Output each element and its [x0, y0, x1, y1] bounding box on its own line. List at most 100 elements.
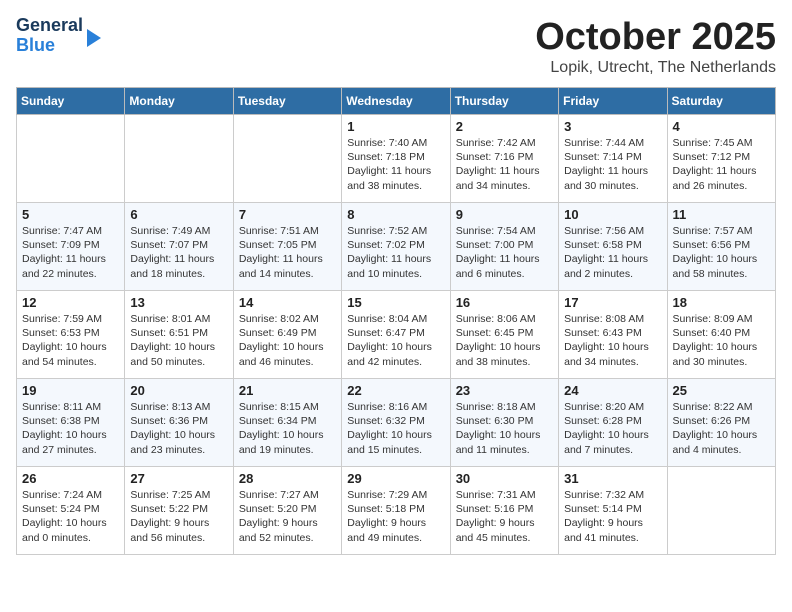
week-row-4: 19 Sunrise: 8:11 AM Sunset: 6:38 PM Dayli… [17, 379, 776, 467]
weekday-header-thursday: Thursday [450, 88, 558, 115]
calendar-cell: 2 Sunrise: 7:42 AM Sunset: 7:16 PM Daylig… [450, 115, 558, 203]
day-number: 5 [22, 207, 119, 222]
day-info: Sunrise: 7:24 AM Sunset: 5:24 PM Dayligh… [22, 488, 119, 545]
weekday-header-friday: Friday [559, 88, 667, 115]
calendar-cell: 1 Sunrise: 7:40 AM Sunset: 7:18 PM Daylig… [342, 115, 450, 203]
day-number: 4 [673, 119, 770, 134]
calendar-cell: 6 Sunrise: 7:49 AM Sunset: 7:07 PM Daylig… [125, 203, 233, 291]
calendar-cell: 7 Sunrise: 7:51 AM Sunset: 7:05 PM Daylig… [233, 203, 341, 291]
calendar-cell: 9 Sunrise: 7:54 AM Sunset: 7:00 PM Daylig… [450, 203, 558, 291]
weekday-header-sunday: Sunday [17, 88, 125, 115]
calendar-cell: 18 Sunrise: 8:09 AM Sunset: 6:40 PM Dayli… [667, 291, 775, 379]
day-number: 19 [22, 383, 119, 398]
day-number: 20 [130, 383, 227, 398]
day-number: 3 [564, 119, 661, 134]
calendar-cell: 13 Sunrise: 8:01 AM Sunset: 6:51 PM Dayli… [125, 291, 233, 379]
logo: General Blue [16, 16, 101, 56]
calendar-cell: 14Sunrise: 8:02 AM Sunset: 6:49 PM Dayli… [233, 291, 341, 379]
day-info: Sunrise: 7:44 AM Sunset: 7:14 PM Dayligh… [564, 136, 661, 193]
day-number: 12 [22, 295, 119, 310]
day-number: 26 [22, 471, 119, 486]
day-number: 7 [239, 207, 336, 222]
calendar-cell: 29Sunrise: 7:29 AM Sunset: 5:18 PM Dayli… [342, 467, 450, 555]
page-header: General Blue October 2025 Lopik, Utrecht… [16, 16, 776, 77]
title-block: October 2025 Lopik, Utrecht, The Netherl… [535, 16, 776, 77]
weekday-header-row: SundayMondayTuesdayWednesdayThursdayFrid… [17, 88, 776, 115]
day-number: 31 [564, 471, 661, 486]
day-number: 18 [673, 295, 770, 310]
day-number: 28 [239, 471, 336, 486]
day-info: Sunrise: 7:45 AM Sunset: 7:12 PM Dayligh… [673, 136, 770, 193]
day-info: Sunrise: 8:04 AM Sunset: 6:47 PM Dayligh… [347, 312, 444, 369]
day-info: Sunrise: 8:08 AM Sunset: 6:43 PM Dayligh… [564, 312, 661, 369]
day-number: 16 [456, 295, 553, 310]
day-number: 15 [347, 295, 444, 310]
day-info: Sunrise: 7:57 AM Sunset: 6:56 PM Dayligh… [673, 224, 770, 281]
calendar-cell: 28 Sunrise: 7:27 AM Sunset: 5:20 PM Dayli… [233, 467, 341, 555]
day-info: Sunrise: 8:18 AM Sunset: 6:30 PM Dayligh… [456, 400, 553, 457]
day-info: Sunrise: 8:16 AM Sunset: 6:32 PM Dayligh… [347, 400, 444, 457]
day-info: Sunrise: 7:47 AM Sunset: 7:09 PM Dayligh… [22, 224, 119, 281]
week-row-1: 1 Sunrise: 7:40 AM Sunset: 7:18 PM Daylig… [17, 115, 776, 203]
day-info: Sunrise: 8:01 AM Sunset: 6:51 PM Dayligh… [130, 312, 227, 369]
logo-text: General Blue [16, 16, 83, 56]
day-number: 21 [239, 383, 336, 398]
day-info: Sunrise: 7:27 AM Sunset: 5:20 PM Dayligh… [239, 488, 336, 545]
calendar-cell [125, 115, 233, 203]
day-info: Sunrise: 8:13 AM Sunset: 6:36 PM Dayligh… [130, 400, 227, 457]
day-number: 22 [347, 383, 444, 398]
calendar-cell: 8 Sunrise: 7:52 AM Sunset: 7:02 PM Daylig… [342, 203, 450, 291]
week-row-2: 5 Sunrise: 7:47 AM Sunset: 7:09 PM Daylig… [17, 203, 776, 291]
calendar-table: SundayMondayTuesdayWednesdayThursdayFrid… [16, 87, 776, 555]
calendar-cell: 3 Sunrise: 7:44 AM Sunset: 7:14 PM Daylig… [559, 115, 667, 203]
calendar-cell: 15 Sunrise: 8:04 AM Sunset: 6:47 PM Dayli… [342, 291, 450, 379]
calendar-cell: 26 Sunrise: 7:24 AM Sunset: 5:24 PM Dayli… [17, 467, 125, 555]
day-number: 29 [347, 471, 444, 486]
day-info: Sunrise: 7:31 AM Sunset: 5:16 PM Dayligh… [456, 488, 553, 545]
calendar-cell: 21Sunrise: 8:15 AM Sunset: 6:34 PM Dayli… [233, 379, 341, 467]
day-number: 14 [239, 295, 336, 310]
day-info: Sunrise: 7:51 AM Sunset: 7:05 PM Dayligh… [239, 224, 336, 281]
day-info: Sunrise: 8:09 AM Sunset: 6:40 PM Dayligh… [673, 312, 770, 369]
day-info: Sunrise: 8:22 AM Sunset: 6:26 PM Dayligh… [673, 400, 770, 457]
day-number: 9 [456, 207, 553, 222]
calendar-cell: 10Sunrise: 7:56 AM Sunset: 6:58 PM Dayli… [559, 203, 667, 291]
day-number: 25 [673, 383, 770, 398]
day-info: Sunrise: 7:54 AM Sunset: 7:00 PM Dayligh… [456, 224, 553, 281]
day-info: Sunrise: 8:06 AM Sunset: 6:45 PM Dayligh… [456, 312, 553, 369]
calendar-cell: 5 Sunrise: 7:47 AM Sunset: 7:09 PM Daylig… [17, 203, 125, 291]
day-info: Sunrise: 7:42 AM Sunset: 7:16 PM Dayligh… [456, 136, 553, 193]
day-number: 6 [130, 207, 227, 222]
calendar-cell [667, 467, 775, 555]
day-info: Sunrise: 7:32 AM Sunset: 5:14 PM Dayligh… [564, 488, 661, 545]
calendar-cell: 31 Sunrise: 7:32 AM Sunset: 5:14 PM Dayli… [559, 467, 667, 555]
calendar-cell: 24Sunrise: 8:20 AM Sunset: 6:28 PM Dayli… [559, 379, 667, 467]
calendar-cell: 19 Sunrise: 8:11 AM Sunset: 6:38 PM Dayli… [17, 379, 125, 467]
weekday-header-wednesday: Wednesday [342, 88, 450, 115]
day-number: 24 [564, 383, 661, 398]
calendar-cell [17, 115, 125, 203]
calendar-cell: 30Sunrise: 7:31 AM Sunset: 5:16 PM Dayli… [450, 467, 558, 555]
calendar-cell: 4 Sunrise: 7:45 AM Sunset: 7:12 PM Daylig… [667, 115, 775, 203]
weekday-header-tuesday: Tuesday [233, 88, 341, 115]
calendar-cell: 20 Sunrise: 8:13 AM Sunset: 6:36 PM Dayli… [125, 379, 233, 467]
week-row-3: 12Sunrise: 7:59 AM Sunset: 6:53 PM Dayli… [17, 291, 776, 379]
calendar-cell: 22 Sunrise: 8:16 AM Sunset: 6:32 PM Dayli… [342, 379, 450, 467]
day-info: Sunrise: 7:40 AM Sunset: 7:18 PM Dayligh… [347, 136, 444, 193]
day-number: 13 [130, 295, 227, 310]
day-info: Sunrise: 7:52 AM Sunset: 7:02 PM Dayligh… [347, 224, 444, 281]
weekday-header-monday: Monday [125, 88, 233, 115]
day-info: Sunrise: 7:49 AM Sunset: 7:07 PM Dayligh… [130, 224, 227, 281]
logo-line2: Blue [16, 36, 83, 56]
day-info: Sunrise: 8:11 AM Sunset: 6:38 PM Dayligh… [22, 400, 119, 457]
day-info: Sunrise: 7:56 AM Sunset: 6:58 PM Dayligh… [564, 224, 661, 281]
day-number: 2 [456, 119, 553, 134]
day-number: 8 [347, 207, 444, 222]
logo-line1: General [16, 16, 83, 36]
calendar-cell: 11Sunrise: 7:57 AM Sunset: 6:56 PM Dayli… [667, 203, 775, 291]
day-number: 27 [130, 471, 227, 486]
location: Lopik, Utrecht, The Netherlands [535, 59, 776, 77]
day-number: 17 [564, 295, 661, 310]
day-number: 1 [347, 119, 444, 134]
day-number: 23 [456, 383, 553, 398]
